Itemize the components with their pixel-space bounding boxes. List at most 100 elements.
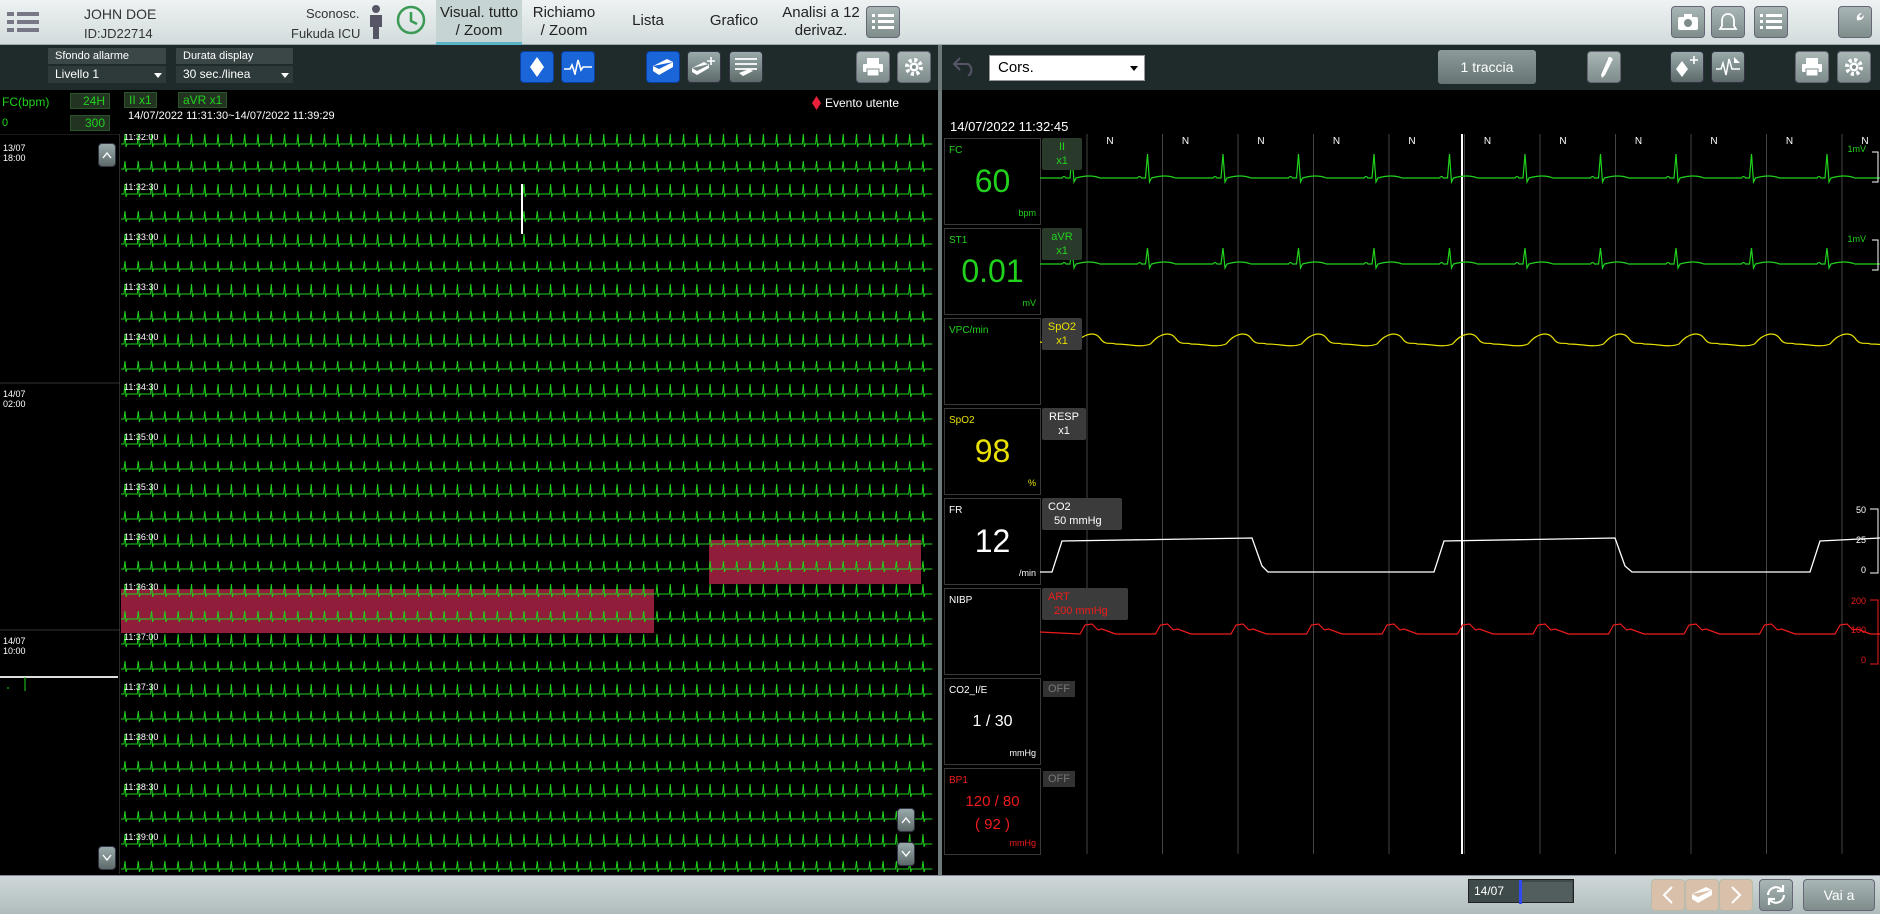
ecg-row: [121, 283, 933, 323]
settings-list-icon[interactable]: [1754, 6, 1788, 38]
history-icon[interactable]: [395, 4, 427, 41]
row-time-label: 11:35:30: [124, 482, 158, 492]
camera-icon[interactable]: [1671, 6, 1705, 38]
row-time-label: 11:34:30: [124, 382, 158, 392]
co2-wave: [1040, 537, 1880, 573]
row-time-label: 11:34:00: [124, 332, 158, 342]
beat-marker: N: [1710, 136, 1717, 147]
trend-scroll-down-icon[interactable]: [98, 846, 116, 870]
hr-trend-header: FC(bpm) 24H 0 300: [0, 90, 120, 134]
beat-marker: N: [1182, 136, 1189, 147]
ecg-trace: [121, 283, 933, 298]
ecg-scroll-down-icon[interactable]: [897, 842, 915, 866]
lead-label-avr: aVR x1: [178, 92, 228, 108]
ecg-scroll-up-icon[interactable]: [897, 808, 915, 832]
tab-recall-zoom[interactable]: Richiamo / Zoom: [526, 0, 602, 45]
list-menu-icon[interactable]: [866, 6, 900, 38]
waveform-button[interactable]: [561, 51, 595, 83]
prev-page-icon[interactable]: [1651, 879, 1685, 911]
waveform-area: N N N N N N N N N N N1mV1mV502502001000: [1040, 134, 1880, 854]
ecg-trace: [121, 660, 933, 673]
ecg-trace: [121, 383, 933, 398]
wave-label-spo2: SpO2 x1: [1042, 318, 1082, 350]
ecg-row: [121, 134, 933, 173]
param-nibp: NIBP: [944, 588, 1041, 675]
next-page-icon[interactable]: [1719, 879, 1753, 911]
printer-icon[interactable]: [1795, 51, 1829, 83]
caliper-icon[interactable]: [1587, 51, 1621, 83]
refresh-icon[interactable]: [1759, 879, 1793, 911]
param-spo2: SpO2 98 %: [944, 408, 1041, 495]
ecg-trace: [121, 810, 933, 823]
left-control-bar: Sfondo allarme Livello 1 Durata display …: [0, 45, 940, 90]
person-icon: [366, 4, 386, 45]
menu-icon[interactable]: [6, 7, 40, 37]
art-wave: [1040, 623, 1880, 635]
display-duration-select[interactable]: 30 sec./linea: [176, 66, 293, 83]
alarm-background-select[interactable]: Livello 1: [48, 66, 166, 83]
beat-marker: N: [1106, 136, 1113, 147]
add-strip-button[interactable]: [687, 51, 721, 83]
print-strip-button[interactable]: [646, 51, 680, 83]
user-event-marker-icon: [812, 96, 821, 115]
row-time-label: 11:36:30: [124, 582, 158, 592]
strip-list-button[interactable]: [729, 51, 763, 83]
printer-icon[interactable]: [856, 51, 890, 83]
add-event-marker-icon[interactable]: [1670, 51, 1704, 83]
user-event-legend: Evento utente: [825, 96, 900, 110]
one-trace-button[interactable]: 1 traccia: [1438, 50, 1536, 84]
undo-icon[interactable]: [952, 54, 978, 81]
ecg-ii-wave: [1040, 153, 1880, 185]
wave-label-resp: RESP x1: [1042, 408, 1086, 440]
gear-icon[interactable]: [897, 51, 931, 83]
display-duration-label: Durata display: [176, 48, 293, 64]
ecg-row: [121, 183, 933, 223]
ecg-trace: [121, 860, 933, 873]
hr-label: FC(bpm): [2, 95, 50, 109]
hr-range-button[interactable]: 24H: [70, 93, 110, 109]
patient-name: JOHN DOE: [84, 6, 157, 22]
ecg-row: [121, 383, 933, 423]
ecg-trace: [121, 183, 933, 198]
alarm-bell-icon[interactable]: [1711, 6, 1745, 38]
wrench-icon[interactable]: [1838, 6, 1872, 38]
ecg-full-disclosure-grid: 11:32:00 11:32:30 11:33:00 11:33:30 11:34:00…: [121, 134, 933, 873]
tab-list[interactable]: Lista: [606, 0, 690, 45]
ecg-trace: [121, 460, 933, 473]
trend-scroll-up-icon[interactable]: [98, 143, 116, 167]
ecg-trace: [121, 733, 933, 748]
beat-marker: N: [1635, 136, 1642, 147]
co2-scale-label: 0: [1861, 565, 1866, 575]
scale-bracket: [1870, 599, 1879, 665]
ecg-trace: [121, 833, 933, 848]
tab-graph[interactable]: Grafico: [694, 0, 774, 45]
wave-label-co2: CO2 50 mmHg: [1042, 498, 1122, 530]
tab-view-all-zoom[interactable]: Visual. tutto / Zoom: [436, 0, 522, 45]
patient-gender: Sconosc.: [306, 6, 360, 21]
row-time-label: 11:35:00: [124, 432, 158, 442]
beat-marker: N: [1484, 136, 1491, 147]
ecg-trace: [121, 233, 933, 248]
wave-compare-icon[interactable]: [1711, 51, 1745, 83]
off-badge-co2: OFF: [1043, 681, 1075, 697]
top-toolbar: JOHN DOE ID:JD22714 Sconosc. Fukuda ICU …: [0, 0, 1880, 45]
timeline-navigator[interactable]: 14/07: [1468, 879, 1574, 904]
gear-icon[interactable]: [1837, 51, 1871, 83]
tab-12-lead-analysis[interactable]: Analisi a 12 derivaz.: [778, 0, 864, 45]
trace-mode-select[interactable]: Cors.: [989, 55, 1145, 81]
ecg-row: [121, 433, 933, 473]
ecg-row: [121, 783, 933, 823]
strip-icon[interactable]: [1685, 879, 1719, 911]
ecg-trace: [121, 310, 933, 323]
ecg-row: [121, 633, 933, 673]
chevron-down-icon: [154, 73, 162, 78]
ecg-trace: [121, 160, 933, 173]
hr-min: 0: [2, 117, 9, 129]
ecg-trace: [121, 633, 933, 648]
event-marker-button[interactable]: [520, 51, 554, 83]
goto-button[interactable]: Vai a: [1803, 879, 1875, 911]
wave-label-ii: II x1: [1042, 138, 1082, 170]
ecg-trace: [121, 260, 933, 273]
ecg-trace: [121, 210, 933, 223]
ecg-trace: [121, 360, 933, 373]
